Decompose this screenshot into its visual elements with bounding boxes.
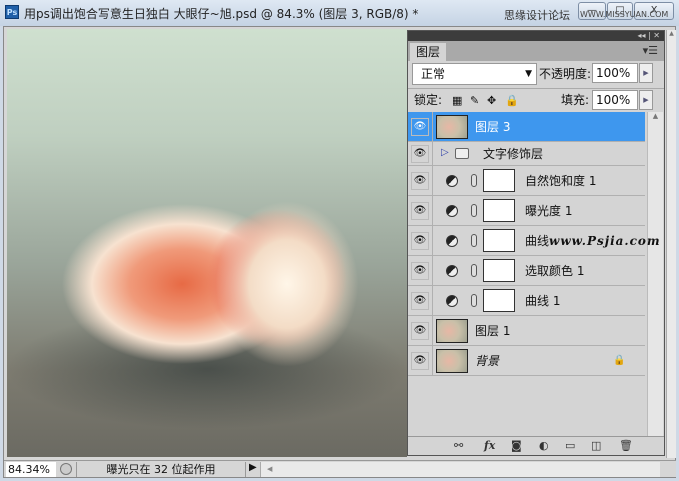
- status-bar: 84.34% 曝光只在 32 位起作用 ▶ ◀: [4, 460, 676, 477]
- horizontal-scrollbar[interactable]: ◀: [260, 462, 660, 477]
- dock-scrollbar[interactable]: ▲: [666, 30, 676, 458]
- layer-mask: [483, 169, 515, 192]
- layers-toolbar: ⚯ fx ◙ ◐ ▭ ◫ 🗑: [408, 436, 664, 455]
- layers-panel: ◂◂ | ✕ 图层 ▾☰ 正常 ▼ 不透明度: 100% ▶ 锁定: ▦ ✎ ✥ …: [407, 30, 665, 456]
- link-icon: [471, 294, 477, 307]
- eye-icon[interactable]: 👁: [411, 351, 429, 370]
- adjustment-layer-icon[interactable]: ◐: [539, 439, 549, 452]
- delete-layer-icon[interactable]: 🗑: [619, 439, 633, 452]
- layer-name: 图层 1: [475, 323, 511, 338]
- layer-name: 曲线: [525, 233, 550, 248]
- adjustment-icon: [446, 235, 458, 247]
- eye-icon[interactable]: 👁: [411, 231, 429, 250]
- layer-thumbnail: [436, 115, 468, 139]
- panel-menu-icon[interactable]: ▾☰: [643, 44, 658, 57]
- layer-name: 曲线 1: [525, 293, 561, 308]
- link-icon: [471, 264, 477, 277]
- watermark-text: www.Psjia.com: [549, 233, 661, 248]
- chevron-down-icon: ▼: [525, 69, 532, 79]
- adjustment-icon: [446, 265, 458, 277]
- lock-label: 锁定:: [414, 93, 443, 107]
- layer-row[interactable]: 👁 曲线 www.Psjia.com: [408, 226, 660, 256]
- layer-name: 图层 3: [475, 119, 511, 134]
- eye-icon[interactable]: 👁: [411, 261, 429, 280]
- eye-icon[interactable]: 👁: [411, 291, 429, 310]
- layer-mask: [483, 259, 515, 282]
- opacity-label: 不透明度:: [539, 67, 592, 81]
- lock-move-icon[interactable]: ✥: [487, 94, 496, 107]
- adjustment-icon: [446, 175, 458, 187]
- lock-brush-icon[interactable]: ✎: [470, 94, 479, 107]
- layer-thumbnail: [436, 349, 468, 373]
- expand-triangle-icon[interactable]: ▷: [441, 147, 449, 158]
- layers-scrollbar[interactable]: ▲: [647, 112, 663, 436]
- eye-icon[interactable]: 👁: [411, 117, 429, 136]
- layer-row[interactable]: 👁 曝光度 1: [408, 196, 645, 226]
- layer-name: 选取颜色 1: [525, 263, 585, 278]
- link-layers-icon[interactable]: ⚯: [454, 439, 463, 452]
- layer-row[interactable]: 👁 图层 3: [408, 112, 645, 142]
- photoshop-icon: Ps: [5, 5, 19, 19]
- fill-label: 填充:: [561, 93, 590, 107]
- window-title: 用ps调出饱合写意生日独白 大眼仔~旭.psd @ 84.3% (图层 3, R…: [24, 7, 419, 21]
- layer-row[interactable]: 👁 背景 🔒: [408, 346, 645, 376]
- tab-layers[interactable]: 图层: [410, 43, 447, 61]
- adjustment-icon: [446, 295, 458, 307]
- fill-input[interactable]: 100%: [592, 90, 638, 110]
- layer-mask: [483, 289, 515, 312]
- lock-icon: 🔒: [613, 354, 626, 366]
- layer-name: 文字修饰层: [483, 146, 544, 161]
- watermark-url: WWW.MISSYUAN.COM: [580, 10, 669, 19]
- eye-icon[interactable]: 👁: [411, 144, 429, 163]
- link-icon: [471, 174, 477, 187]
- status-icon[interactable]: [60, 463, 72, 475]
- title-bar: Ps 用ps调出饱合写意生日独白 大眼仔~旭.psd @ 84.3% (图层 3…: [0, 0, 679, 26]
- adjustment-icon: [446, 205, 458, 217]
- new-group-icon[interactable]: ▭: [565, 439, 575, 452]
- eye-icon[interactable]: 👁: [411, 171, 429, 190]
- watermark: 思缘设计论坛: [504, 9, 570, 22]
- new-layer-icon[interactable]: ◫: [591, 439, 601, 452]
- layer-row[interactable]: 👁 自然饱和度 1: [408, 166, 645, 196]
- blend-mode-value: 正常: [421, 67, 446, 81]
- link-icon: [471, 234, 477, 247]
- opacity-slider-button[interactable]: ▶: [639, 63, 653, 83]
- lock-all-icon[interactable]: 🔒: [505, 94, 519, 107]
- status-info: 曝光只在 32 位起作用: [76, 462, 246, 477]
- folder-icon: [455, 148, 469, 159]
- collapse-icon[interactable]: ◂◂ | ✕: [637, 31, 660, 40]
- layer-thumbnail: [436, 319, 468, 343]
- link-icon: [471, 204, 477, 217]
- layer-name: 背景: [475, 353, 500, 368]
- layer-name: 自然饱和度 1: [525, 173, 597, 188]
- layer-name: 曝光度 1: [525, 203, 573, 218]
- layer-row[interactable]: 👁 ▷ 文字修饰层: [408, 142, 645, 166]
- add-mask-icon[interactable]: ◙: [511, 439, 522, 452]
- layer-row[interactable]: 👁 曲线 1: [408, 286, 645, 316]
- lock-transparency-icon[interactable]: ▦: [452, 94, 462, 107]
- layer-mask: [483, 229, 515, 252]
- layer-row[interactable]: 👁 图层 1: [408, 316, 645, 346]
- panel-header: ◂◂ | ✕: [408, 31, 664, 41]
- fill-slider-button[interactable]: ▶: [639, 90, 653, 110]
- status-menu-arrow-icon[interactable]: ▶: [249, 462, 257, 473]
- opacity-input[interactable]: 100%: [592, 63, 638, 83]
- eye-icon[interactable]: 👁: [411, 321, 429, 340]
- layer-row[interactable]: 👁 选取颜色 1: [408, 256, 645, 286]
- eye-icon[interactable]: 👁: [411, 201, 429, 220]
- blend-mode-select[interactable]: 正常 ▼: [412, 63, 537, 85]
- zoom-level[interactable]: 84.34%: [6, 462, 56, 477]
- layer-mask: [483, 199, 515, 222]
- layers-list: 👁 图层 3 👁 ▷ 文字修饰层 👁 自然饱和度 1 👁 曝光度 1 👁 曲线 …: [408, 112, 660, 436]
- fx-icon[interactable]: fx: [484, 439, 495, 452]
- image-canvas[interactable]: [7, 29, 407, 457]
